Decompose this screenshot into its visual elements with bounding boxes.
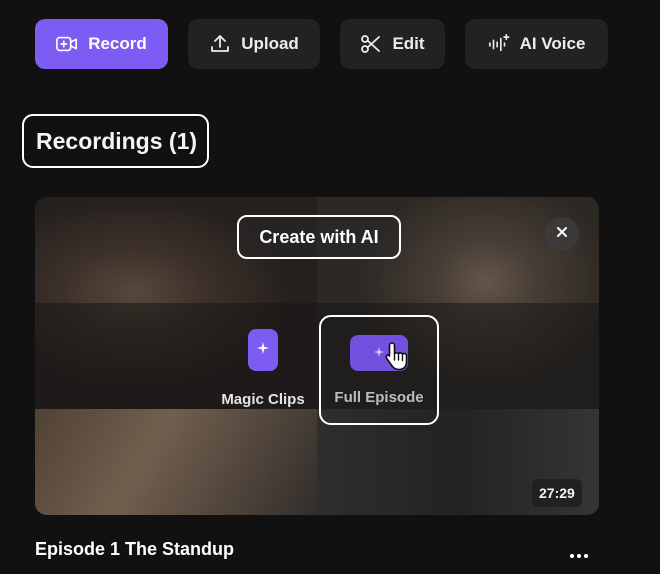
full-episode-label: Full Episode: [334, 389, 424, 406]
duration-badge: 27:29: [532, 479, 582, 507]
more-options-button[interactable]: [566, 542, 592, 562]
toolbar: Record Upload Edit AI Voice: [35, 19, 608, 69]
full-episode-option[interactable]: Full Episode: [319, 315, 439, 425]
magic-clips-label: Magic Clips: [221, 391, 305, 408]
sparkle-icon: [374, 344, 384, 362]
record-button[interactable]: Record: [35, 19, 168, 69]
ai-voice-button[interactable]: AI Voice: [465, 19, 608, 69]
scissors-icon: [360, 33, 382, 55]
edit-label: Edit: [392, 34, 425, 53]
create-with-ai-title: Create with AI: [237, 215, 401, 259]
recordings-heading: Recordings (1): [22, 114, 210, 168]
waveform-sparkle-icon: [488, 33, 510, 55]
episode-title[interactable]: Episode 1 The Standup: [35, 539, 234, 560]
video-plus-icon: [56, 33, 78, 55]
sparkle-icon: [257, 341, 269, 359]
overlay: [35, 409, 599, 515]
recording-card[interactable]: Create with AI Magic Clips Full Episode …: [35, 197, 599, 515]
record-label: Record: [88, 34, 147, 53]
close-icon: [556, 225, 568, 243]
dot: [577, 554, 581, 558]
upload-button[interactable]: Upload: [188, 19, 320, 69]
dot: [584, 554, 588, 558]
dot: [570, 554, 574, 558]
ai-voice-label: AI Voice: [519, 34, 586, 53]
magic-clips-tile: [248, 329, 278, 371]
full-episode-tile: [350, 335, 408, 371]
close-button[interactable]: [545, 217, 579, 251]
edit-button[interactable]: Edit: [340, 19, 445, 69]
magic-clips-option[interactable]: Magic Clips: [207, 329, 319, 408]
hand-cursor-icon: [384, 341, 410, 376]
upload-icon: [209, 33, 231, 55]
upload-label: Upload: [241, 34, 299, 53]
